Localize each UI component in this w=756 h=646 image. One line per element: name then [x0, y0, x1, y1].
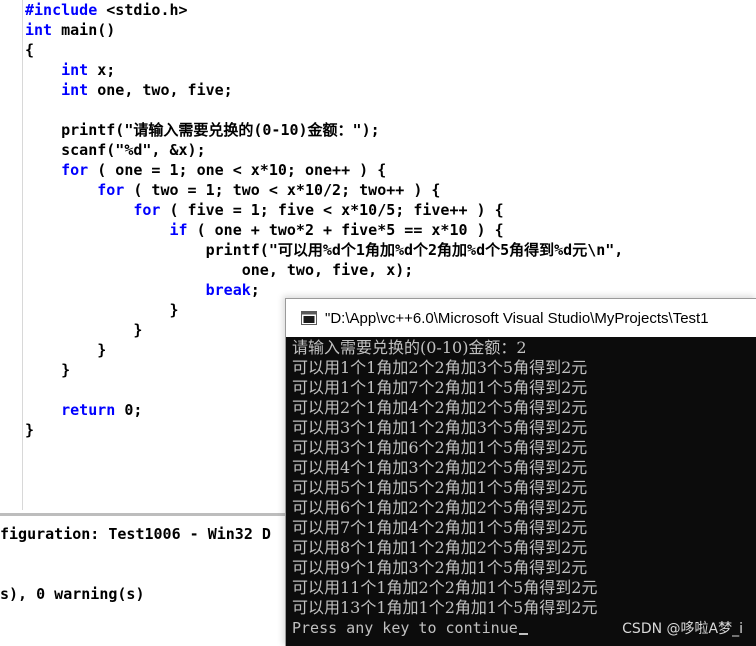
console-window-icon: [301, 311, 317, 325]
code-text: }: [25, 321, 143, 339]
editor-gutter: [0, 0, 23, 510]
csdn-watermark: CSDN @哆啦A梦_i: [622, 621, 743, 637]
code-keyword: int: [61, 61, 89, 79]
code-line: one, two, five, x);: [25, 260, 623, 280]
code-keyword: for: [61, 161, 89, 179]
code-line: for ( one = 1; one < x*10; one++ ) {: [25, 160, 623, 180]
code-text: ;: [250, 281, 260, 299]
console-line: 可以用6个1角加2个2角加2个5角得到2元: [292, 498, 588, 517]
console-line: 可以用2个1角加4个2角加2个5角得到2元: [292, 398, 588, 417]
code-keyword: int: [61, 81, 89, 99]
console-line: 可以用1个1角加7个2角加1个5角得到2元: [292, 378, 588, 397]
code-text: ( one = 1; one < x*10; one++ ) {: [88, 161, 387, 179]
code-text: one, two, five;: [88, 81, 233, 99]
code-line: for ( five = 1; five < x*10/5; five++ ) …: [25, 200, 623, 220]
console-title: "D:\App\vc++6.0\Microsoft Visual Studio\…: [325, 309, 709, 327]
console-line: 可以用9个1角加3个2角加1个5角得到2元: [292, 558, 588, 577]
code-keyword: for: [97, 181, 125, 199]
code-line: printf("请输入需要兑换的(0-10)金额：");: [25, 120, 623, 140]
console-line: 可以用5个1角加5个2角加1个5角得到2元: [292, 478, 588, 497]
build-result-line: s), 0 warning(s): [0, 585, 145, 603]
code-text: ( one + two*2 + five*5 == x*10 ) {: [187, 221, 504, 239]
code-line: #include <stdio.h>: [25, 0, 623, 20]
code-text: x;: [88, 61, 116, 79]
code-text: 0;: [115, 401, 143, 419]
console-line: 可以用7个1角加4个2角加1个5角得到2元: [292, 518, 588, 537]
code-text: }: [25, 361, 71, 379]
text-cursor: [518, 633, 528, 635]
code-text: {: [25, 41, 35, 59]
code-text: <stdio.h>: [97, 1, 188, 19]
console-line: 可以用13个1角加1个2角加1个5角得到2元: [292, 598, 598, 617]
console-line: 可以用11个1角加2个2角加1个5角得到2元: [292, 578, 598, 597]
console-line: 可以用8个1角加1个2角加2个5角得到2元: [292, 538, 588, 557]
console-text: 请输入需要兑换的(0-10)金额：2 可以用1个1角加2个2角加3个5角得到2元可…: [292, 338, 597, 638]
screenshot-stage: #include <stdio.h> int main(){ int x; int…: [0, 0, 756, 646]
code-line: int main(): [25, 20, 623, 40]
build-configuration-line: figuration: Test1006 - Win32 D: [0, 525, 271, 543]
console-line: 可以用4个1角加3个2角加2个5角得到2元: [292, 458, 588, 477]
code-text: ( two = 1; two < x*10/2; two++ ) {: [124, 181, 441, 199]
code-text: ( five = 1; five < x*10/5; five++ ) {: [160, 201, 504, 219]
code-text: }: [25, 301, 179, 319]
console-titlebar[interactable]: "D:\App\vc++6.0\Microsoft Visual Studio\…: [286, 299, 756, 337]
code-keyword: for: [133, 201, 161, 219]
console-line: 可以用3个1角加6个2角加1个5角得到2元: [292, 438, 588, 457]
console-line: 可以用1个1角加2个2角加3个5角得到2元: [292, 358, 588, 377]
code-keyword: return: [61, 401, 116, 419]
code-line: {: [25, 40, 623, 60]
code-line: int one, two, five;: [25, 80, 623, 100]
code-text: main(): [52, 21, 116, 39]
code-text: printf("请输入需要兑换的(0-10)金额：");: [25, 121, 380, 139]
console-prompt: Press any key to continue: [292, 618, 597, 638]
code-line: for ( two = 1; two < x*10/2; two++ ) {: [25, 180, 623, 200]
code-line: break;: [25, 280, 623, 300]
console-output[interactable]: 请输入需要兑换的(0-10)金额：2 可以用1个1角加2个2角加3个5角得到2元可…: [286, 337, 756, 646]
code-line: scanf("%d", &x);: [25, 140, 623, 160]
code-line: if ( one + two*2 + five*5 == x*10 ) {: [25, 220, 623, 240]
console-window[interactable]: "D:\App\vc++6.0\Microsoft Visual Studio\…: [285, 298, 756, 646]
console-prompt-text: Press any key to continue: [292, 619, 518, 637]
code-keyword: #include: [25, 1, 98, 19]
code-keyword: break: [205, 281, 251, 299]
console-line: 请输入需要兑换的(0-10)金额：2: [292, 338, 527, 357]
code-text: }: [25, 341, 107, 359]
code-line: printf("可以用%d个1角加%d个2角加%d个5角得到%d元\n",: [25, 240, 624, 260]
code-text: printf("可以用%d个1角加%d个2角加%d个5角得到%d元\n",: [25, 241, 624, 259]
console-line: 可以用3个1角加1个2角加3个5角得到2元: [292, 418, 588, 437]
code-keyword: int: [25, 21, 53, 39]
code-line: int x;: [25, 60, 623, 80]
code-text: scanf("%d", &x);: [25, 141, 206, 159]
code-keyword: if: [169, 221, 188, 239]
code-text: }: [25, 421, 35, 439]
code-text: one, two, five, x);: [25, 261, 414, 279]
